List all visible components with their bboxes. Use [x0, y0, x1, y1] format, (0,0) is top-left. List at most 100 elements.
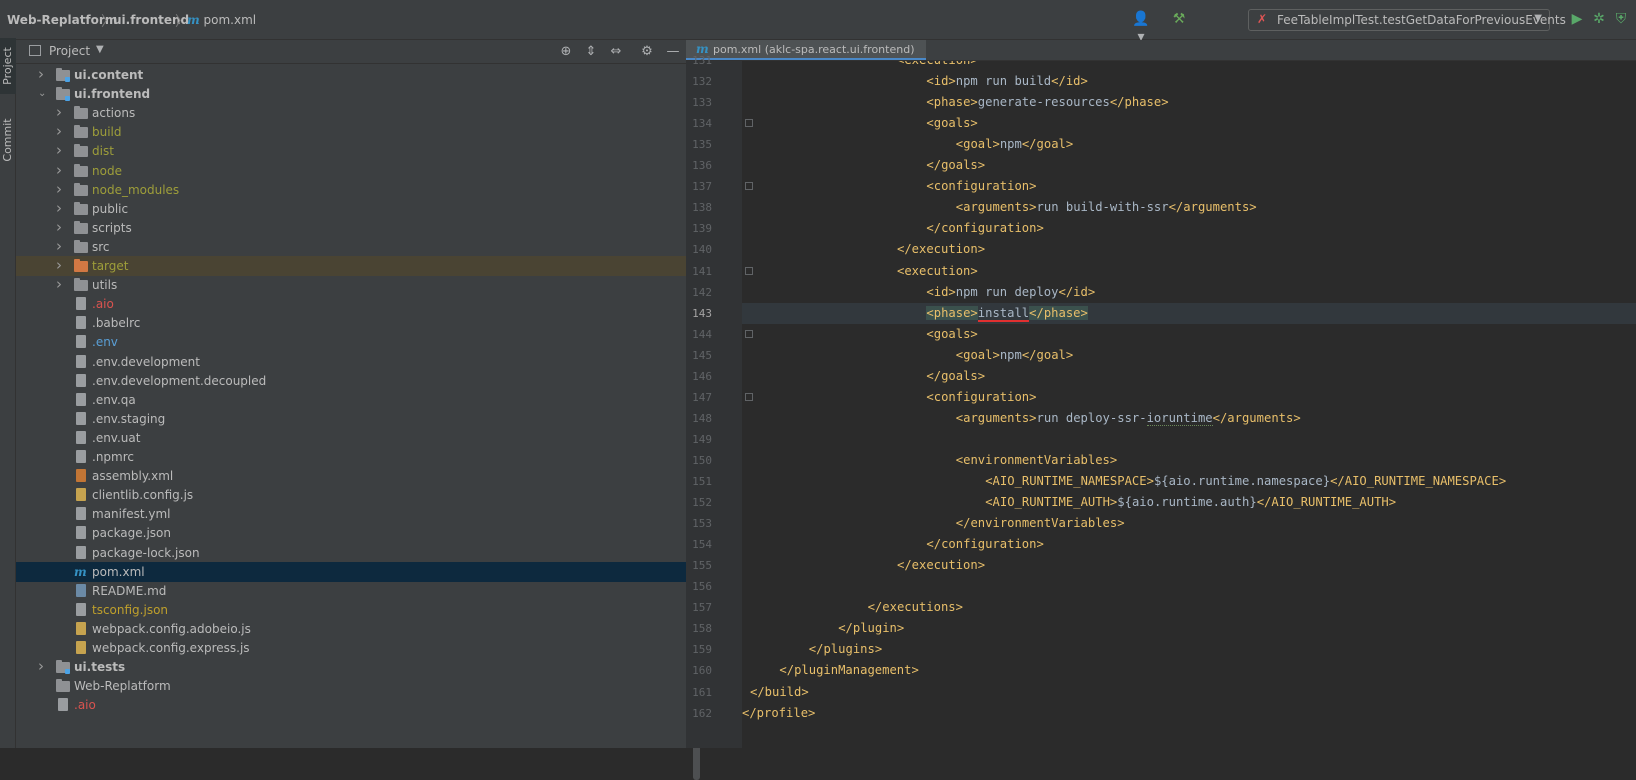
- code-line[interactable]: [742, 576, 1636, 597]
- collapse-all-icon[interactable]: ⇔: [607, 43, 625, 61]
- code-line[interactable]: <arguments>run build-with-ssr</arguments…: [742, 197, 1636, 218]
- tree-item[interactable]: webpack.config.express.js: [16, 638, 716, 658]
- code-view[interactable]: <execution><id>npm run build</id><phase>…: [742, 61, 1636, 748]
- tree-item[interactable]: › ui.content: [16, 65, 716, 85]
- tree-item-label: utils: [92, 278, 118, 293]
- tree-item[interactable]: .env.staging: [16, 409, 716, 429]
- code-line[interactable]: </execution>: [742, 555, 1636, 576]
- tree-item[interactable]: › public: [16, 199, 716, 219]
- run-coverage-icon[interactable]: ⛨: [1612, 10, 1630, 28]
- tool-tab-commit[interactable]: Commit: [0, 112, 16, 168]
- tree-item-label: .env.development: [92, 354, 200, 369]
- tool-tab-project[interactable]: Project: [0, 38, 16, 94]
- code-line[interactable]: <goal>npm</goal>: [742, 134, 1636, 155]
- hide-panel-icon[interactable]: —: [664, 43, 682, 61]
- gear-icon[interactable]: ⚙: [638, 43, 656, 61]
- tab-pom-xml[interactable]: m pom.xml (aklc-spa.react.ui.frontend): [686, 40, 926, 60]
- tree-item[interactable]: Web-Replatform: [16, 676, 716, 696]
- tree-item[interactable]: manifest.yml: [16, 504, 716, 524]
- code-line[interactable]: </execution>: [742, 239, 1636, 260]
- chevron-right-icon[interactable]: ›: [56, 198, 62, 218]
- chevron-right-icon[interactable]: ›: [56, 160, 62, 180]
- chevron-right-icon[interactable]: ›: [56, 236, 62, 256]
- tree-item[interactable]: README.md: [16, 581, 716, 601]
- tree-item[interactable]: › utils: [16, 275, 716, 295]
- tree-item[interactable]: assembly.xml: [16, 466, 716, 486]
- code-line[interactable]: </plugins>: [742, 639, 1636, 660]
- code-line[interactable]: </profile>: [742, 703, 1636, 724]
- tree-item[interactable]: .babelrc: [16, 313, 716, 333]
- tree-item[interactable]: › node_modules: [16, 180, 716, 200]
- chevron-right-icon[interactable]: ›: [56, 179, 62, 199]
- code-line[interactable]: <goal>npm</goal>: [742, 345, 1636, 366]
- tree-item[interactable]: .npmrc: [16, 447, 716, 467]
- project-panel-title[interactable]: Project: [49, 44, 90, 58]
- tree-item[interactable]: › ui.tests: [16, 657, 716, 677]
- code-line[interactable]: <configuration>: [742, 387, 1636, 408]
- code-line[interactable]: <AIO_RUNTIME_NAMESPACE>${aio.runtime.nam…: [742, 471, 1636, 492]
- run-configuration-selector[interactable]: ✗ FeeTableImplTest.testGetDataForPreviou…: [1248, 9, 1566, 31]
- chevron-down-icon[interactable]: ▼: [96, 44, 104, 55]
- chevron-right-icon[interactable]: ›: [56, 274, 62, 294]
- user-dropdown-icon[interactable]: 👤▾: [1132, 10, 1150, 45]
- code-line[interactable]: <environmentVariables>: [742, 450, 1636, 471]
- code-line[interactable]: </executions>: [742, 597, 1636, 618]
- tree-item[interactable]: webpack.config.adobeio.js: [16, 619, 716, 639]
- code-line[interactable]: </configuration>: [742, 218, 1636, 239]
- tree-item[interactable]: › dist: [16, 141, 716, 161]
- code-line[interactable]: <execution>: [742, 261, 1636, 282]
- code-line[interactable]: <execution>: [742, 61, 1636, 71]
- code-line[interactable]: [742, 429, 1636, 450]
- chevron-right-icon[interactable]: ›: [56, 217, 62, 237]
- breadcrumb-file[interactable]: m pom.xml: [187, 13, 256, 27]
- tree-item[interactable]: .aio: [16, 294, 716, 314]
- tree-item[interactable]: package-lock.json: [16, 543, 716, 563]
- chevron-right-icon[interactable]: ›: [56, 102, 62, 122]
- chevron-right-icon[interactable]: ›: [56, 255, 62, 275]
- tree-item[interactable]: › scripts: [16, 218, 716, 238]
- chevron-right-icon[interactable]: ›: [56, 121, 62, 141]
- code-line[interactable]: </goals>: [742, 155, 1636, 176]
- code-line[interactable]: <goals>: [742, 324, 1636, 345]
- code-line[interactable]: </configuration>: [742, 534, 1636, 555]
- line-number: 132: [692, 75, 712, 89]
- tree-item[interactable]: › src: [16, 237, 716, 257]
- chevron-right-icon[interactable]: ›: [38, 656, 44, 676]
- tree-item[interactable]: › target: [16, 256, 716, 276]
- build-hammer-icon[interactable]: ⚒: [1170, 10, 1188, 28]
- code-line[interactable]: </plugin>: [742, 618, 1636, 639]
- code-line[interactable]: <configuration>: [742, 176, 1636, 197]
- tree-item[interactable]: .env.development.decoupled: [16, 371, 716, 391]
- locate-file-icon[interactable]: ⊕: [557, 43, 575, 61]
- code-line[interactable]: </pluginManagement>: [742, 660, 1636, 681]
- tree-item[interactable]: tsconfig.json: [16, 600, 716, 620]
- tree-item[interactable]: m pom.xml: [16, 561, 716, 582]
- code-line[interactable]: <goals>: [742, 113, 1636, 134]
- debug-icon[interactable]: ✲: [1590, 10, 1608, 28]
- tree-item[interactable]: .env.qa: [16, 390, 716, 410]
- chevron-right-icon[interactable]: ›: [38, 64, 44, 84]
- tree-item[interactable]: package.json: [16, 523, 716, 543]
- tree-item[interactable]: › build: [16, 122, 716, 142]
- code-line[interactable]: <phase>install</phase>: [742, 302, 1636, 324]
- code-line[interactable]: <id>npm run build</id>: [742, 71, 1636, 92]
- code-line[interactable]: <arguments>run deploy-ssr-ioruntime</arg…: [742, 408, 1636, 429]
- tree-item[interactable]: › node: [16, 161, 716, 181]
- tree-item[interactable]: clientlib.config.js: [16, 485, 716, 505]
- chevron-right-icon[interactable]: ›: [56, 140, 62, 160]
- run-icon[interactable]: ▶: [1568, 10, 1586, 28]
- tree-item[interactable]: .aio: [16, 695, 716, 715]
- expand-all-icon[interactable]: ⇕: [582, 43, 600, 61]
- chevron-down-icon[interactable]: ⌄: [38, 84, 46, 104]
- tree-item[interactable]: › actions: [16, 103, 716, 123]
- code-line[interactable]: <AIO_RUNTIME_AUTH>${aio.runtime.auth}</A…: [742, 492, 1636, 513]
- code-line[interactable]: <phase>generate-resources</phase>: [742, 92, 1636, 113]
- tree-item[interactable]: .env.uat: [16, 428, 716, 448]
- tree-item[interactable]: ⌄ ui.frontend: [16, 84, 716, 104]
- code-line[interactable]: </build>: [742, 682, 1636, 703]
- code-line[interactable]: </goals>: [742, 366, 1636, 387]
- tree-item[interactable]: .env.development: [16, 352, 716, 372]
- code-line[interactable]: </environmentVariables>: [742, 513, 1636, 534]
- tree-item[interactable]: .env: [16, 332, 716, 352]
- code-line[interactable]: <id>npm run deploy</id>: [742, 282, 1636, 303]
